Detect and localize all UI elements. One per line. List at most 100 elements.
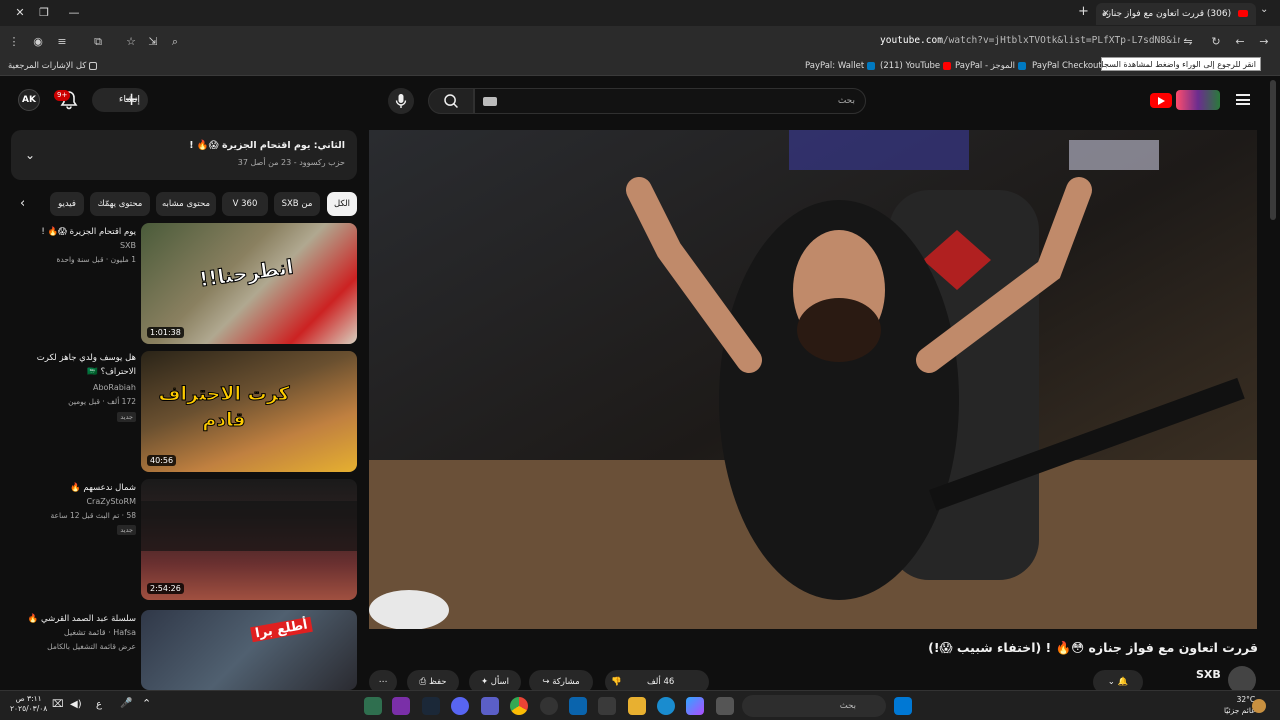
page-scrollbar[interactable] [1270,80,1276,220]
paypal-icon [867,61,876,70]
site-settings-icon[interactable]: ⇋ [1180,34,1196,50]
close-window-button[interactable]: ✕ [10,4,30,22]
rec-channel[interactable]: AboRabiah [93,383,136,392]
zoom-icon[interactable]: ⌕ [167,34,183,50]
rec-title: يوم اقتحام الجزيرة 😱🔥 ! [41,227,136,237]
notification-center-icon[interactable]: ⌧ [52,699,64,710]
list-item[interactable]: كرت الاحتراف قادم 40:56 هل يوسف ولدي جاه… [0,351,360,475]
chevron-down-icon[interactable]: ⌄ [25,148,35,162]
weather-icon [1252,699,1266,713]
account-avatar[interactable]: AK [18,89,40,111]
rec-title: سلسلة عبد الصمد القرشي 🔥 [27,614,136,624]
youtube-doodle-logo[interactable] [1176,90,1220,110]
list-item[interactable]: أطلع برا سلسلة عبد الصمد القرشي 🔥 Hafsa … [0,610,360,690]
taskbar-search[interactable]: بحث [742,695,886,717]
media-icon[interactable]: ≡ [54,34,70,50]
rec-channel[interactable]: SXB [120,241,136,250]
volume-icon[interactable]: ◀) [70,699,82,710]
all-bookmarks-button[interactable]: كل الإشارات المرجعية [8,61,100,71]
reload-icon[interactable]: ↻ [1208,34,1224,50]
video-thumbnail[interactable]: انطرحنا!! [141,223,357,344]
folder-icon [89,61,98,70]
weather-widget[interactable]: 32°C غائم جزئيًا [1224,694,1255,716]
thumbnail-text: أطلع برا [250,616,313,643]
chip-related[interactable]: محتوى مشابه [156,192,216,216]
discord-icon[interactable] [451,697,469,715]
search-placeholder: بحث [837,96,855,106]
forward-icon[interactable]: ← [1232,34,1248,50]
weather-temp: 32°C [1236,695,1256,704]
search-submit-icon[interactable] [428,88,474,114]
bookmark-paypal-wallet[interactable]: PayPal: Wallet [805,61,878,71]
app-icon[interactable] [364,697,382,715]
close-tab-icon[interactable]: ✕ [1102,3,1110,25]
voice-search-mic-icon[interactable] [388,88,414,114]
video-title: قررت اتعاون مع فواز جنازه 😳🔥 ! (اختفاء ش… [928,640,1258,655]
tray-time: ٣:١١ ص [15,694,42,703]
rec-title: هل يوسف ولدي جاهز لكرت الاحتراف؟ 🇸🇦 [36,353,136,377]
chip-from-sxb[interactable]: من SXB [274,192,320,216]
teams-icon[interactable] [481,697,499,715]
store-icon[interactable] [598,697,616,715]
browser-tab[interactable]: (306) قررت اتعاون مع فواز جنازه ✕ [1096,3,1256,25]
edge-icon[interactable] [657,697,675,715]
bookmark-youtube[interactable]: (211) YouTube [880,61,954,71]
create-button[interactable]: إنشاء + [92,88,148,112]
tray-clock[interactable]: ٣:١١ ص ٢٠٢٥/٠٣/٠٨ [10,694,47,714]
view-full-playlist-link[interactable]: عرض قائمة التشغيل بالكامل [47,642,136,651]
search-input[interactable]: بحث [474,88,866,114]
filter-chips: ‹ الكل من SXB 360 V محتوى مشابه محتوى يه… [20,192,358,216]
bookmark-label: PayPal - الموجز [955,61,1015,71]
microphone-icon[interactable]: 🎤 [120,698,132,709]
chip-videos[interactable]: فيديو [50,192,84,216]
rec-meta: 1 مليون · قبل سنة واحدة [56,255,136,264]
playlist-panel[interactable]: الثاني: يوم اقتحام الجزيرة 😱🔥 ! حزب ركسو… [11,130,357,180]
notification-count-badge: 9+ [54,90,71,101]
chevron-left-icon[interactable]: ‹ [20,196,25,211]
address-bar[interactable]: youtube.com/watch?v=jHtblxTVOtk&list=PLf… [880,35,1180,51]
file-explorer-icon[interactable] [628,697,646,715]
steam-icon[interactable] [422,697,440,715]
copilot-icon[interactable] [686,697,704,715]
rec-channel[interactable]: Hafsa · قائمة تشغيل [64,628,136,637]
channel-name[interactable]: SXB [1196,668,1221,681]
chrome-icon[interactable] [510,697,528,715]
bookmark-star-icon[interactable]: ☆ [123,34,139,50]
chip-all[interactable]: الكل [327,192,357,216]
github-icon[interactable] [540,697,558,715]
input-language[interactable]: ع [96,699,102,710]
keyboard-icon[interactable] [483,97,497,106]
new-tab-button[interactable]: + [1078,4,1089,19]
duration-badge: 40:56 [147,455,177,466]
chip-for-you[interactable]: محتوى يهمّك [90,192,150,216]
youtube-logo[interactable] [1150,93,1172,108]
desktop-icon[interactable] [716,697,734,715]
windows-start-icon[interactable] [894,697,912,715]
menu-hamburger-icon[interactable] [1236,94,1250,105]
playlist-thumbnail[interactable]: أطلع برا [141,610,357,690]
minimize-window-button[interactable]: — [64,4,84,22]
nixt-app-icon[interactable] [392,697,410,715]
chip-360[interactable]: 360 V [222,192,268,216]
back-icon[interactable]: → [1256,34,1272,50]
extensions-puzzle-icon[interactable]: ⧉ [90,34,106,50]
rec-channel[interactable]: CraZyStoRM [86,497,136,506]
install-app-icon[interactable]: ⇲ [145,34,161,50]
video-thumbnail[interactable] [141,479,357,600]
list-item[interactable]: انطرحنا!! 1:01:38 يوم اقتحام الجزيرة 😱🔥 … [0,223,360,347]
taskbar-search-label: بحث [839,701,856,711]
tray-overflow-icon[interactable]: ⌃ [142,697,151,710]
youtube-header: AK إنشاء + بحث [0,76,1280,124]
extension-icon[interactable]: ◉ [30,34,46,50]
bookmark-paypal-summary[interactable]: PayPal - الموجز [955,61,1029,71]
video-player[interactable] [369,130,1257,629]
video-thumbnail[interactable]: كرت الاحتراف قادم [141,351,357,472]
duration-badge: 1:01:38 [147,327,184,338]
maximize-window-button[interactable]: ❐ [34,4,54,22]
more-menu-icon[interactable]: ⋮ [6,34,22,50]
tab-list-chevron-icon[interactable]: ⌄ [1260,4,1268,15]
bookmark-paypal-checkout[interactable]: PayPal Checkout [1032,61,1102,71]
mail-icon[interactable] [569,697,587,715]
list-item[interactable]: 2:54:26 شمال ندعسهم 🔥 CraZyStoRM 58 · تم… [0,479,360,603]
bookmark-label: PayPal: Wallet [805,61,865,71]
